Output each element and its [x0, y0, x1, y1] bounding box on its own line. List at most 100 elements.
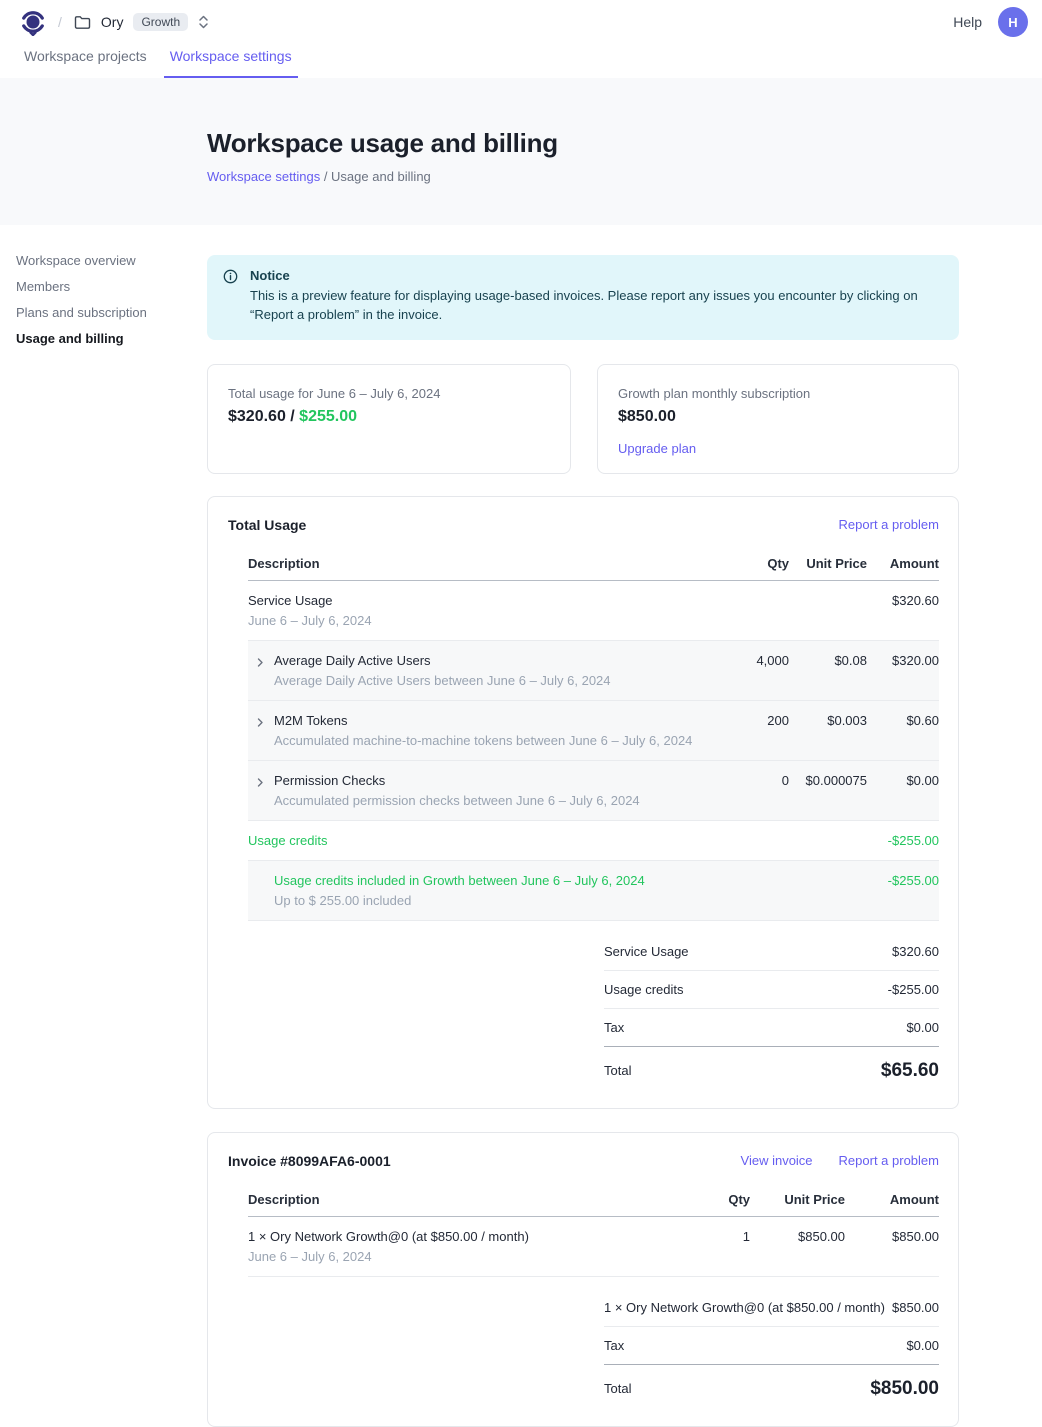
row-title: M2M Tokens [274, 713, 697, 728]
table-row-invoice-line: 1 × Ory Network Growth@0 (at $850.00 / m… [248, 1217, 939, 1277]
info-icon [223, 269, 238, 325]
sidebar-item-workspace-overview[interactable]: Workspace overview [16, 254, 207, 268]
row-unit-price: $0.000075 [789, 773, 867, 788]
col-description: Description [248, 1192, 670, 1207]
settings-sidebar: Workspace overview Members Plans and sub… [0, 225, 207, 1427]
row-qty: 4,000 [709, 653, 789, 668]
breadcrumb-settings-link[interactable]: Workspace settings [207, 169, 320, 184]
invoice-card-title: Invoice #8099AFA6-0001 [228, 1153, 391, 1169]
usage-report-problem-link[interactable]: Report a problem [839, 517, 939, 532]
usage-summary: Service Usage $320.60 Usage credits -$25… [604, 933, 939, 1086]
summary-row-line-item: 1 × Ory Network Growth@0 (at $850.00 / m… [604, 1289, 939, 1327]
summary-row-tax: Tax $0.00 [604, 1009, 939, 1047]
folder-icon [74, 15, 91, 30]
workspace-switcher-icon[interactable] [198, 14, 209, 30]
row-unit-price: $0.08 [789, 653, 867, 668]
summary-row-usage-credits: Usage credits -$255.00 [604, 971, 939, 1009]
row-title: 1 × Ory Network Growth@0 (at $850.00 / m… [248, 1229, 658, 1244]
row-title: Service Usage [248, 593, 697, 608]
invoice-summary: 1 × Ory Network Growth@0 (at $850.00 / m… [604, 1289, 939, 1404]
row-unit-price: $850.00 [750, 1229, 845, 1244]
plan-subscription-value: $850.00 [618, 408, 938, 426]
breadcrumb-separator: / [58, 14, 62, 30]
summary-row-total: Total $65.60 [604, 1047, 939, 1086]
page-header: Workspace usage and billing Workspace se… [0, 78, 1042, 225]
workspace-name[interactable]: Ory [101, 14, 124, 30]
total-usage-value: $320.60 / $255.00 [228, 408, 550, 426]
row-amount: $850.00 [845, 1229, 939, 1244]
invoice-report-problem-link[interactable]: Report a problem [839, 1153, 939, 1168]
col-amount: Amount [845, 1192, 939, 1207]
row-title: Usage credits included in Growth between… [274, 873, 697, 888]
table-row-m2m-tokens: M2M Tokens Accumulated machine-to-machin… [248, 701, 939, 761]
total-usage-invoice-card: Total Usage Report a problem Description… [207, 496, 959, 1109]
plan-subscription-label: Growth plan monthly subscription [618, 386, 938, 401]
user-avatar[interactable]: H [998, 7, 1028, 37]
table-row-usage-credits-detail: Usage credits included in Growth between… [248, 861, 939, 921]
expand-chevron-icon[interactable] [255, 657, 265, 668]
table-row-average-daily-active-users: Average Daily Active Users Average Daily… [248, 641, 939, 701]
row-qty: 200 [709, 713, 789, 728]
breadcrumb: Workspace settings / Usage and billing [207, 169, 1042, 184]
summary-row-service-usage: Service Usage $320.60 [604, 933, 939, 971]
notice-title: Notice [250, 268, 941, 283]
plan-subscription-card: Growth plan monthly subscription $850.00… [597, 364, 959, 474]
total-usage-label: Total usage for June 6 – July 6, 2024 [228, 386, 550, 401]
col-amount: Amount [867, 556, 939, 571]
notice-body: This is a preview feature for displaying… [250, 287, 941, 325]
usage-credit-limit: $255.00 [299, 408, 357, 425]
preview-notice-banner: Notice This is a preview feature for dis… [207, 255, 959, 340]
invoice-card: Invoice #8099AFA6-0001 View invoice Repo… [207, 1132, 959, 1427]
row-title: Permission Checks [274, 773, 697, 788]
row-unit-price: $0.003 [789, 713, 867, 728]
summary-row-total: Total $850.00 [604, 1365, 939, 1404]
table-row-permission-checks: Permission Checks Accumulated permission… [248, 761, 939, 821]
row-amount: $320.60 [867, 593, 939, 608]
workspace-tabs: Workspace projects Workspace settings [0, 44, 1042, 78]
tab-workspace-projects[interactable]: Workspace projects [18, 44, 153, 78]
row-amount: $0.00 [867, 773, 939, 788]
row-qty: 0 [709, 773, 789, 788]
invoice-total-value: $850.00 [870, 1378, 939, 1400]
upgrade-plan-link[interactable]: Upgrade plan [618, 441, 696, 456]
sidebar-item-usage-billing[interactable]: Usage and billing [16, 332, 207, 346]
row-subtitle: Up to $ 255.00 included [274, 893, 697, 908]
total-usage-card: Total usage for June 6 – July 6, 2024 $3… [207, 364, 571, 474]
view-invoice-link[interactable]: View invoice [741, 1153, 813, 1168]
usage-table: Description Qty Unit Price Amount Servic… [248, 550, 939, 1086]
row-title: Usage credits [248, 833, 697, 848]
row-subtitle: June 6 – July 6, 2024 [248, 1249, 658, 1264]
col-unit-price: Unit Price [789, 556, 867, 571]
summary-row-tax: Tax $0.00 [604, 1327, 939, 1365]
col-qty: Qty [670, 1192, 750, 1207]
sidebar-item-members[interactable]: Members [16, 280, 207, 294]
sidebar-item-plans-subscription[interactable]: Plans and subscription [16, 306, 207, 320]
breadcrumb-current: Usage and billing [331, 169, 431, 184]
row-amount: -$255.00 [867, 833, 939, 848]
top-bar: / Ory Growth Help H [0, 0, 1042, 44]
usage-table-header: Description Qty Unit Price Amount [248, 550, 939, 581]
usage-card-title: Total Usage [228, 517, 306, 533]
col-unit-price: Unit Price [750, 1192, 845, 1207]
col-description: Description [248, 556, 709, 571]
row-subtitle: Average Daily Active Users between June … [274, 673, 697, 688]
row-subtitle: Accumulated machine-to-machine tokens be… [274, 733, 697, 748]
row-subtitle: June 6 – July 6, 2024 [248, 613, 697, 628]
ory-logo-icon[interactable] [20, 8, 46, 36]
table-row-service-usage: Service Usage June 6 – July 6, 2024 $320… [248, 581, 939, 641]
expand-chevron-icon[interactable] [255, 717, 265, 728]
expand-chevron-icon[interactable] [255, 777, 265, 788]
table-row-usage-credits: Usage credits -$255.00 [248, 821, 939, 861]
row-subtitle: Accumulated permission checks between Ju… [274, 793, 697, 808]
invoice-table: Description Qty Unit Price Amount 1 × Or… [248, 1186, 939, 1404]
row-qty: 1 [670, 1229, 750, 1244]
tab-workspace-settings[interactable]: Workspace settings [164, 44, 298, 78]
row-title: Average Daily Active Users [274, 653, 697, 668]
row-amount: $320.00 [867, 653, 939, 668]
plan-badge: Growth [133, 13, 188, 31]
col-qty: Qty [709, 556, 789, 571]
breadcrumb-slash: / [320, 169, 331, 184]
help-link[interactable]: Help [953, 14, 982, 30]
page-title: Workspace usage and billing [207, 128, 1042, 159]
usage-total-value: $65.60 [881, 1060, 939, 1082]
